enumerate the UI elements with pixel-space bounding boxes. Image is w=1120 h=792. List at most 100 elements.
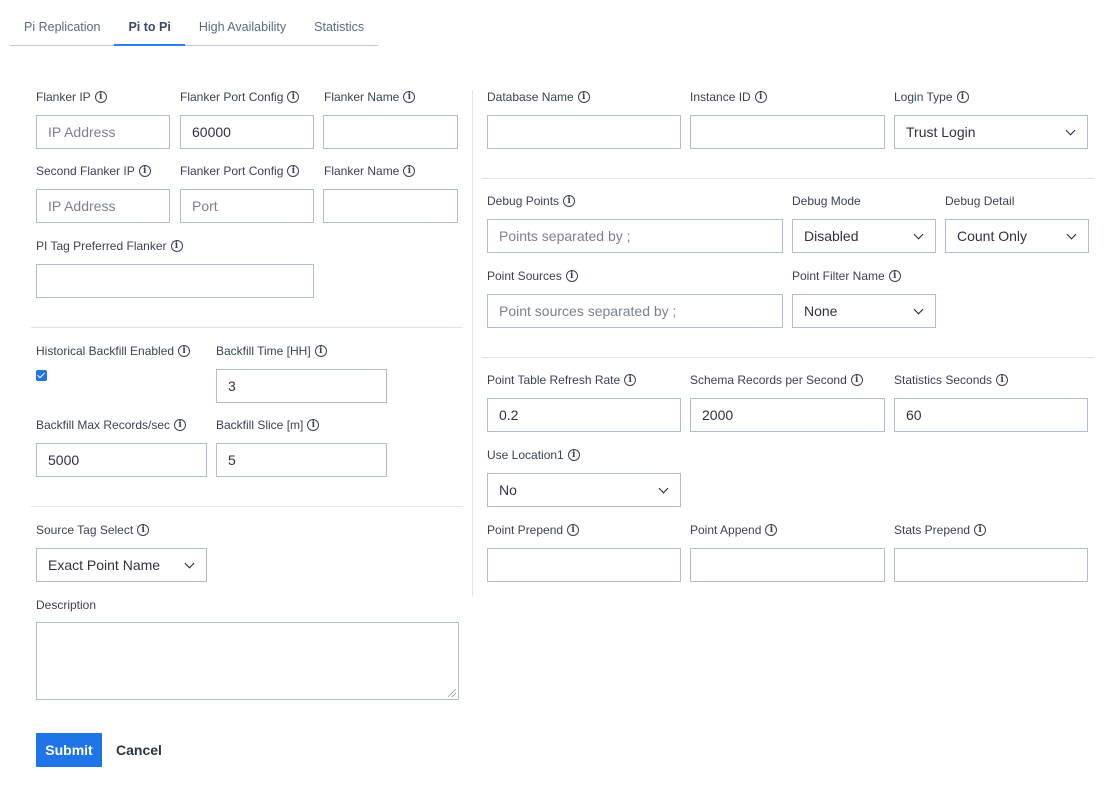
source-tag-select-label: Source Tag Select i [36, 522, 150, 538]
statistics-seconds-input[interactable] [894, 398, 1088, 432]
debug-detail-dropdown[interactable]: Count Only [945, 219, 1089, 253]
use-location1-value: No [499, 482, 517, 498]
info-icon[interactable]: i [567, 524, 580, 536]
pi-tag-preferred-input[interactable] [36, 264, 314, 298]
point-append-input[interactable] [690, 548, 885, 582]
stats-prepend-label: Stats Prepend i [894, 522, 987, 538]
historical-backfill-checkbox[interactable] [36, 370, 47, 381]
backfill-slice-input[interactable] [216, 443, 387, 477]
point-filter-name-value: None [804, 303, 838, 319]
point-filter-name-dropdown[interactable]: None [792, 294, 936, 328]
schema-records-input[interactable] [690, 398, 885, 432]
info-icon[interactable]: i [974, 524, 987, 536]
login-type-dropdown[interactable]: Trust Login [894, 115, 1088, 149]
pi-tag-preferred-label: PI Tag Preferred Flanker i [36, 238, 183, 254]
debug-points-label: Debug Points i [487, 193, 576, 209]
info-icon[interactable]: i [956, 91, 969, 103]
flanker-port-label: Flanker Port Config i [180, 89, 300, 105]
right-divider-1 [482, 178, 1094, 179]
info-icon[interactable]: i [178, 345, 191, 357]
left-divider-1 [31, 327, 463, 328]
point-sources-input[interactable] [487, 294, 783, 328]
info-icon[interactable]: i [137, 524, 150, 536]
point-sources-label: Point Sources i [487, 268, 578, 284]
point-filter-name-label: Point Filter Name i [792, 268, 901, 284]
stats-prepend-input[interactable] [894, 548, 1088, 582]
database-name-label: Database Name i [487, 89, 590, 105]
point-prepend-label: Point Prepend i [487, 522, 580, 538]
chevron-down-icon [1065, 125, 1076, 135]
second-flanker-port-input[interactable] [180, 189, 314, 223]
instance-id-label: Instance ID i [690, 89, 767, 105]
historical-backfill-label: Historical Backfill Enabled i [36, 343, 191, 359]
left-divider-2 [31, 506, 463, 507]
backfill-max-records-input[interactable] [36, 443, 207, 477]
second-flanker-ip-label: Second Flanker IP i [36, 163, 151, 179]
flanker-port-input[interactable] [180, 115, 314, 149]
debug-mode-dropdown[interactable]: Disabled [792, 219, 936, 253]
use-location1-label: Use Location1 i [487, 447, 580, 463]
second-flanker-port-label: Flanker Port Config i [180, 163, 300, 179]
debug-detail-label: Debug Detail [945, 194, 1015, 208]
resize-grip-icon[interactable] [448, 689, 456, 697]
description-label: Description [36, 598, 97, 612]
info-icon[interactable]: i [624, 374, 637, 386]
backfill-time-label: Backfill Time [HH] i [216, 343, 327, 359]
backfill-slice-label: Backfill Slice [m] i [216, 417, 320, 433]
point-append-label: Point Append i [690, 522, 778, 538]
tab-bar: Pi Replication Pi to Pi High Availabilit… [10, 12, 379, 46]
info-icon[interactable]: i [565, 270, 578, 282]
tab-pi-to-pi[interactable]: Pi to Pi [114, 12, 185, 46]
tab-pi-replication[interactable]: Pi Replication [10, 12, 115, 46]
info-icon[interactable]: i [287, 91, 300, 103]
submit-button[interactable]: Submit [36, 733, 102, 767]
instance-id-input[interactable] [690, 115, 885, 149]
second-flanker-name-label: Flanker Name i [324, 163, 416, 179]
info-icon[interactable]: i [567, 449, 580, 461]
info-icon[interactable]: i [314, 345, 327, 357]
point-table-refresh-input[interactable] [487, 398, 681, 432]
info-icon[interactable]: i [403, 165, 416, 177]
info-icon[interactable]: i [403, 91, 416, 103]
description-textarea[interactable] [36, 622, 459, 700]
flanker-ip-input[interactable] [36, 115, 170, 149]
chevron-down-icon [913, 229, 924, 239]
info-icon[interactable]: i [888, 270, 901, 282]
flanker-name-input[interactable] [323, 115, 458, 149]
point-table-refresh-label: Point Table Refresh Rate i [487, 372, 637, 388]
statistics-seconds-label: Statistics Seconds i [894, 372, 1009, 388]
debug-mode-label: Debug Mode [792, 194, 861, 208]
info-icon[interactable]: i [287, 165, 300, 177]
info-icon[interactable]: i [563, 195, 576, 207]
chevron-down-icon [658, 483, 669, 493]
info-icon[interactable]: i [765, 524, 778, 536]
tab-statistics[interactable]: Statistics [300, 12, 379, 46]
second-flanker-ip-input[interactable] [36, 189, 170, 223]
source-tag-select-dropdown[interactable]: Exact Point Name [36, 548, 207, 582]
tab-high-availability[interactable]: High Availability [184, 12, 301, 46]
info-icon[interactable]: i [996, 374, 1009, 386]
chevron-down-icon [913, 304, 924, 314]
backfill-max-records-label: Backfill Max Records/sec i [36, 417, 187, 433]
chevron-down-icon [184, 558, 195, 568]
info-icon[interactable]: i [94, 91, 107, 103]
info-icon[interactable]: i [138, 165, 151, 177]
point-prepend-input[interactable] [487, 548, 681, 582]
info-icon[interactable]: i [850, 374, 863, 386]
second-flanker-name-input[interactable] [323, 189, 458, 223]
cancel-button[interactable]: Cancel [116, 733, 162, 767]
backfill-time-input[interactable] [216, 369, 387, 403]
debug-detail-value: Count Only [957, 228, 1028, 244]
info-icon[interactable]: i [754, 91, 767, 103]
info-icon[interactable]: i [170, 240, 183, 252]
database-name-input[interactable] [487, 115, 681, 149]
info-icon[interactable]: i [577, 91, 590, 103]
chevron-down-icon [1066, 229, 1077, 239]
use-location1-dropdown[interactable]: No [487, 473, 681, 507]
flanker-ip-label: Flanker IP i [36, 89, 107, 105]
info-icon[interactable]: i [307, 419, 320, 431]
info-icon[interactable]: i [174, 419, 187, 431]
debug-mode-value: Disabled [804, 228, 859, 244]
source-tag-select-value: Exact Point Name [48, 557, 161, 573]
debug-points-input[interactable] [487, 219, 783, 253]
